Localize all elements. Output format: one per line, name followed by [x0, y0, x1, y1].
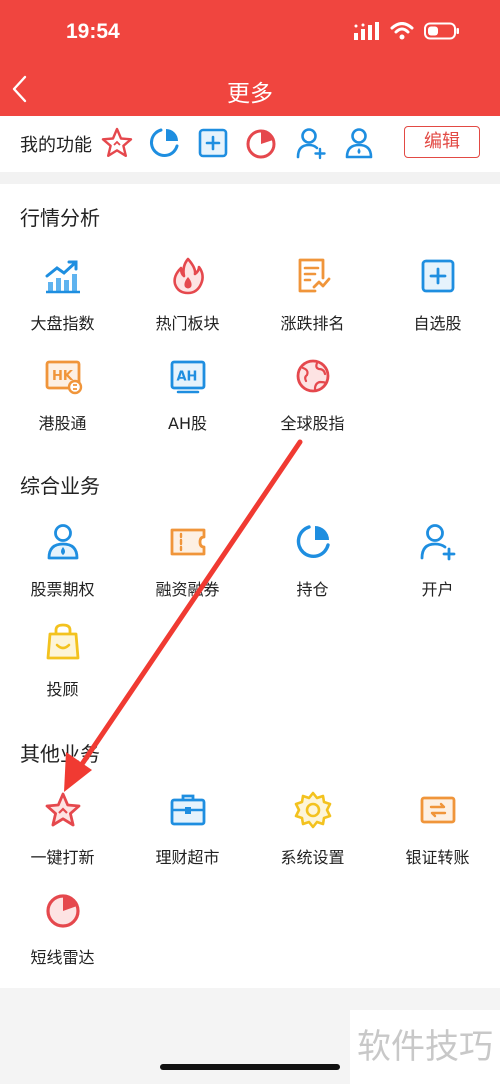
- watchlist-label: 自选股: [413, 314, 462, 333]
- ah-icon: AH: [170, 360, 205, 394]
- section-title-market: 行情分析: [20, 206, 100, 230]
- advisory-item[interactable]: 投顾: [0, 622, 125, 700]
- position-icon[interactable]: [147, 126, 181, 160]
- market-index-item[interactable]: 大盘指数: [0, 256, 125, 334]
- watchlist-item[interactable]: 自选股: [375, 256, 500, 334]
- signal-icon: [354, 22, 379, 40]
- svg-text:AH: AH: [176, 370, 197, 385]
- page-title: 更多: [227, 81, 273, 107]
- stock-options-label: 股票期权: [30, 580, 95, 599]
- add-user-icon: [420, 524, 455, 561]
- margin-trading-item[interactable]: 融资融券: [125, 522, 250, 600]
- my-functions-bar: 我的功能 编辑: [0, 116, 500, 172]
- open-account-item[interactable]: 开户: [375, 522, 500, 600]
- short-term-radar-label: 短线雷达: [30, 948, 95, 967]
- global-indices-item[interactable]: 全球股指: [250, 356, 375, 434]
- person-drop-icon: [47, 524, 78, 560]
- edit-button[interactable]: 编辑: [404, 126, 480, 158]
- bag-smile-icon: [46, 623, 79, 660]
- divider: [0, 172, 500, 184]
- ipo-subscribe-item[interactable]: 一键打新: [0, 790, 125, 868]
- pie-ring-icon: [296, 525, 330, 558]
- market-index-label: 大盘指数: [30, 314, 95, 333]
- bank-transfer-item[interactable]: 银证转账: [375, 790, 500, 868]
- hk-icon: HK: [45, 360, 82, 395]
- status-icons: [354, 22, 460, 40]
- wealth-market-item[interactable]: 理财超市: [125, 790, 250, 868]
- section-title-other: 其他业务: [20, 742, 100, 766]
- stock-options-item[interactable]: 股票期权: [0, 522, 125, 600]
- radar-icon[interactable]: [244, 126, 278, 160]
- battery-icon: [424, 22, 459, 40]
- section-title-business: 综合业务: [20, 474, 100, 498]
- system-settings-item[interactable]: 系统设置: [250, 790, 375, 868]
- gain-loss-ranking-label: 涨跌排名: [280, 314, 345, 333]
- positions-item[interactable]: 持仓: [250, 522, 375, 600]
- short-term-radar-item[interactable]: 短线雷达: [0, 890, 125, 968]
- watchlist-add-icon[interactable]: [196, 126, 230, 160]
- radar-icon: [45, 894, 80, 928]
- watermark-text: 软件技巧: [350, 1010, 500, 1084]
- briefcase-icon: [170, 794, 205, 826]
- hk-connect-item[interactable]: HK 港股通: [0, 356, 125, 434]
- stock-option-icon[interactable]: [342, 126, 376, 160]
- system-settings-label: 系统设置: [280, 848, 345, 867]
- hot-sectors-item[interactable]: 热门板块: [125, 256, 250, 334]
- home-indicator[interactable]: [160, 1064, 340, 1070]
- star-icon[interactable]: [100, 126, 134, 160]
- star-icon: [45, 792, 80, 827]
- my-functions-label: 我的功能: [20, 135, 92, 156]
- ipo-subscribe-label: 一键打新: [30, 848, 95, 867]
- status-time: 19:54: [66, 20, 120, 43]
- wifi-icon: [390, 22, 414, 40]
- ah-shares-item[interactable]: AH AH股: [125, 356, 250, 434]
- plus-square-icon: [421, 259, 454, 293]
- ranking-doc-icon: [298, 258, 330, 293]
- positions-label: 持仓: [296, 580, 329, 599]
- bank-transfer-label: 银证转账: [405, 848, 470, 867]
- hk-connect-label: 港股通: [38, 414, 87, 433]
- header-bar: 19:54 更多: [0, 0, 500, 116]
- gear-icon: [294, 791, 331, 829]
- globe-icon: [296, 359, 329, 393]
- hot-sectors-label: 热门板块: [155, 314, 220, 333]
- global-indices-label: 全球股指: [280, 414, 345, 433]
- chart-trend-icon: [45, 260, 80, 294]
- ticket-icon: [170, 528, 205, 556]
- advisory-label: 投顾: [46, 680, 79, 699]
- ah-shares-label: AH股: [168, 414, 207, 433]
- open-account-label: 开户: [421, 580, 454, 599]
- margin-trading-label: 融资融券: [155, 580, 220, 599]
- add-user-icon[interactable]: [294, 126, 328, 160]
- gain-loss-ranking-item[interactable]: 涨跌排名: [250, 256, 375, 334]
- wealth-market-label: 理财超市: [155, 848, 220, 867]
- flame-icon: [172, 257, 204, 295]
- transfer-icon: [420, 796, 455, 824]
